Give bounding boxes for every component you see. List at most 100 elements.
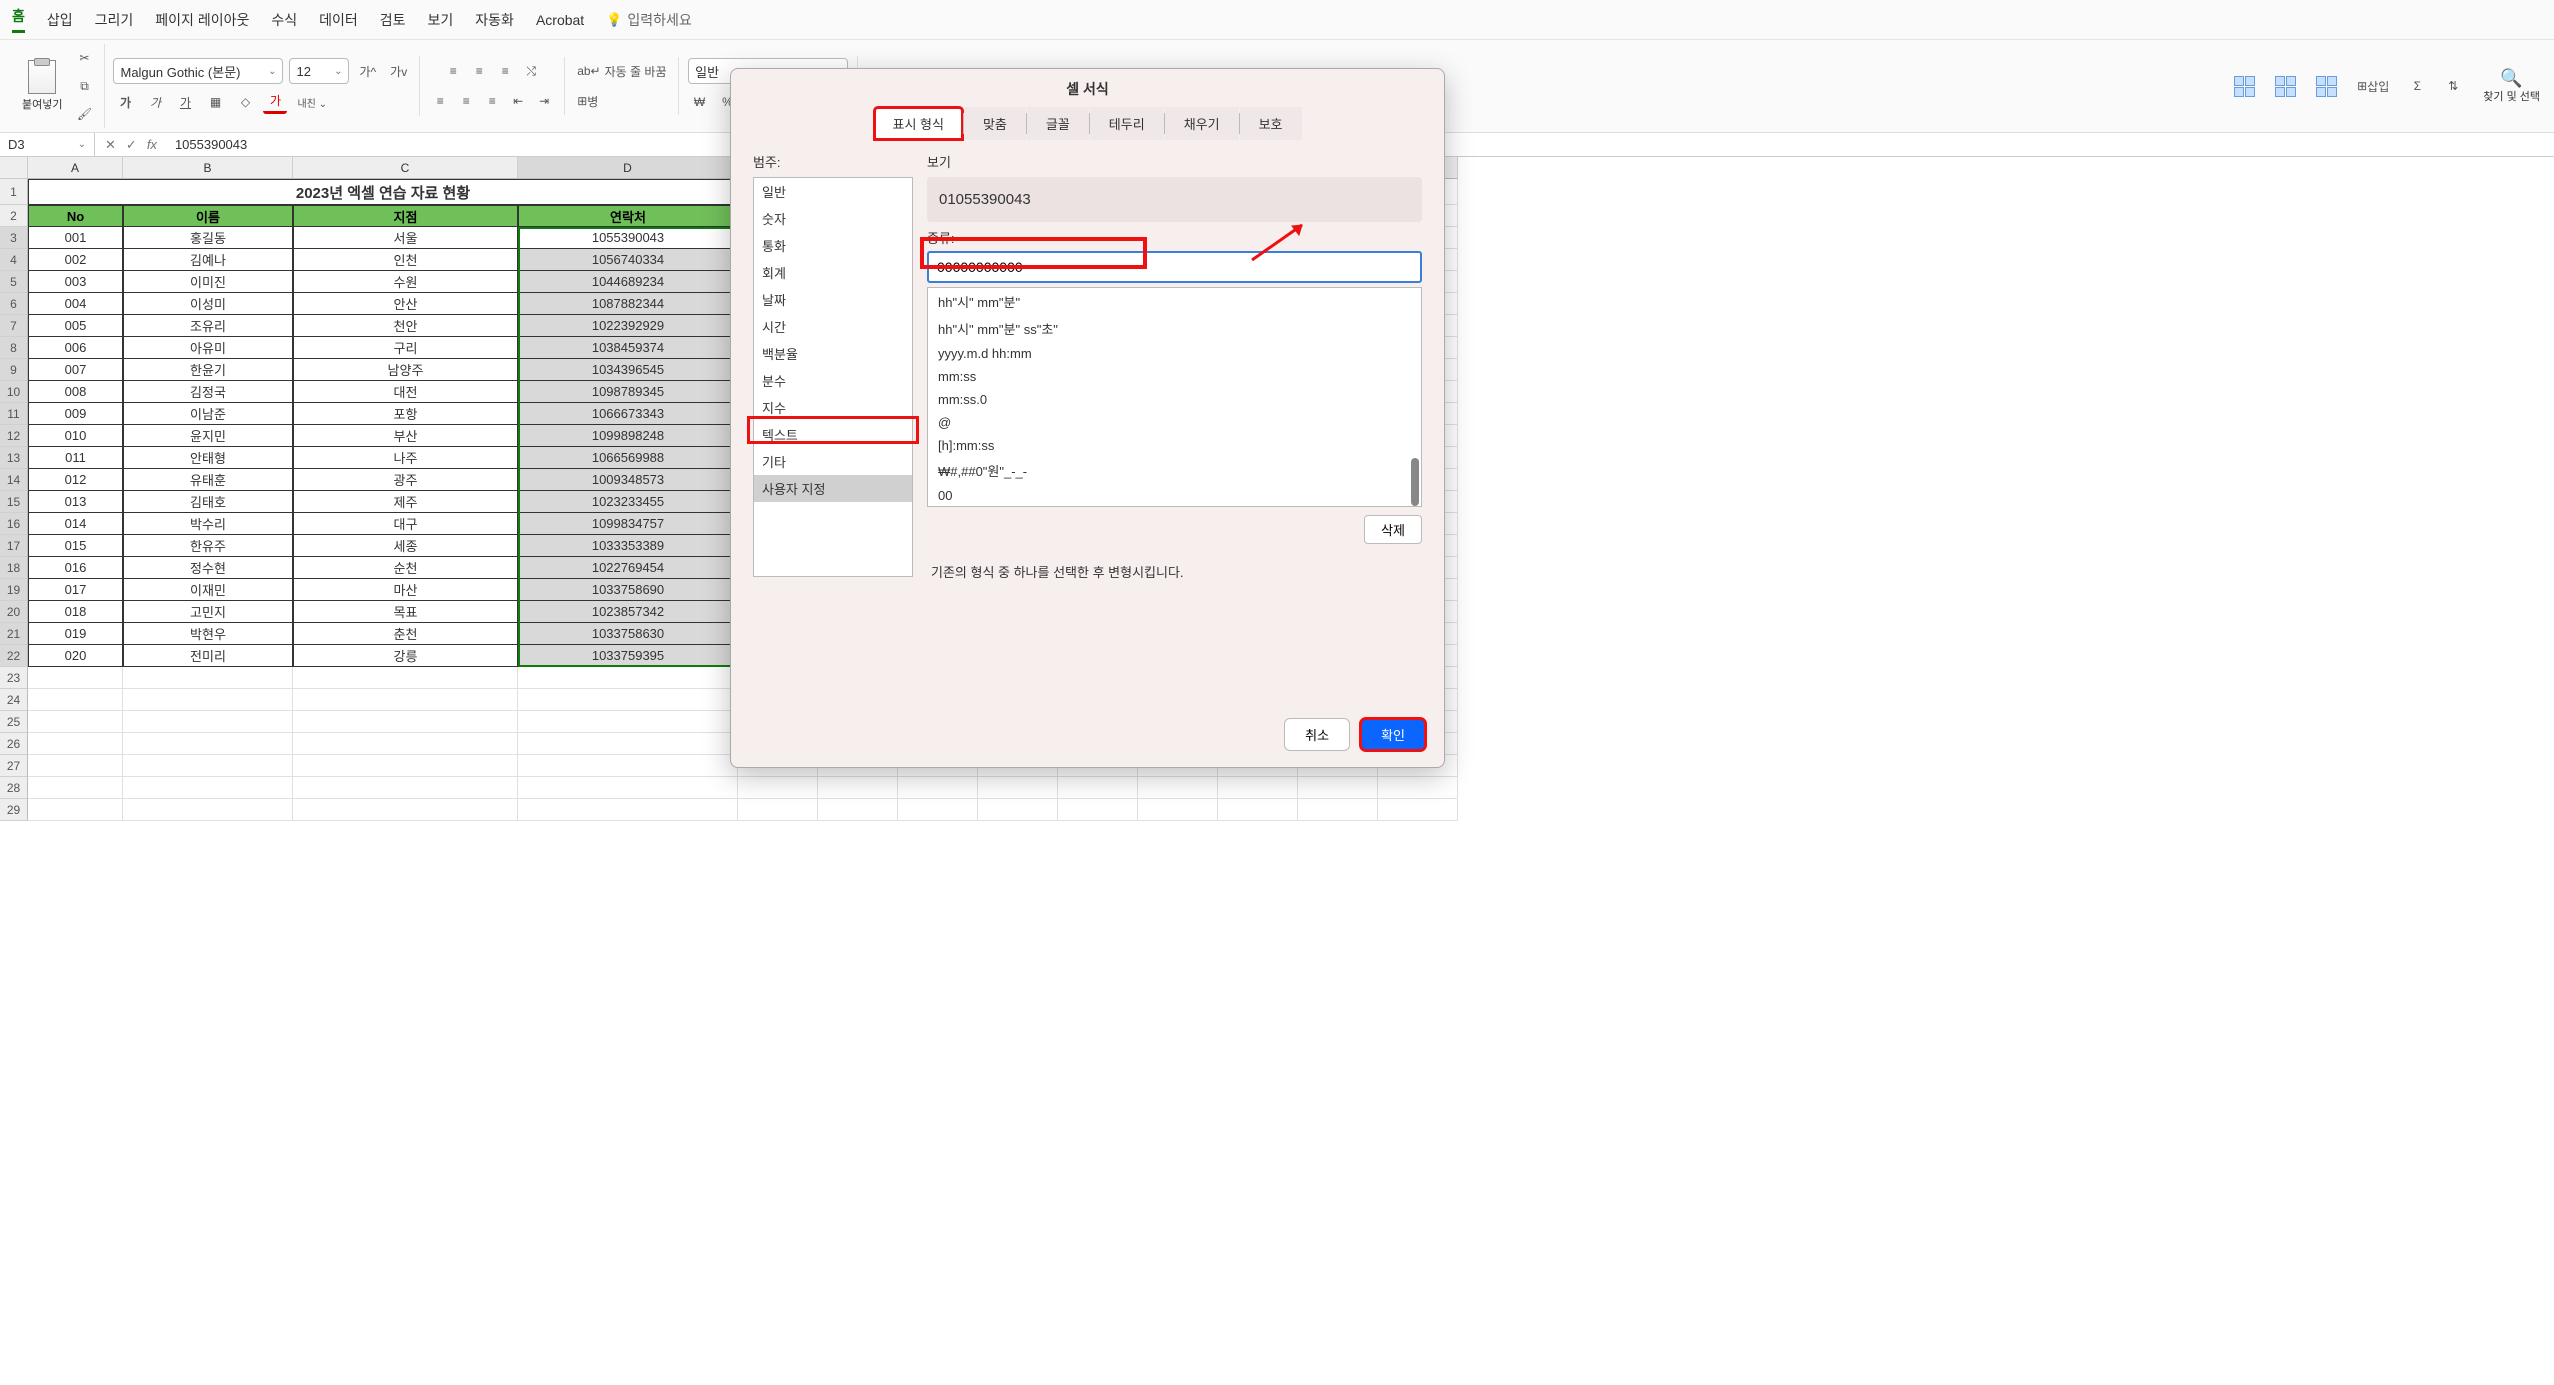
col-header[interactable]: B [123,157,293,179]
row-header[interactable]: 17 [0,535,28,557]
category-item[interactable]: 일반 [754,178,912,205]
cell[interactable] [293,799,518,821]
row-header[interactable]: 29 [0,799,28,821]
cell[interactable]: 목표 [293,601,518,623]
font-size-select[interactable]: 12 ⌄ [289,58,349,84]
category-list[interactable]: 일반숫자통화회계날짜시간백분율분수지수텍스트기타사용자 지정 [753,177,913,577]
cell[interactable]: 강릉 [293,645,518,667]
cell[interactable] [518,755,738,777]
cell[interactable] [518,799,738,821]
cell[interactable]: 2023년 엑셀 연습 자료 현황 [28,179,738,205]
cell[interactable]: 조유리 [123,315,293,337]
category-item[interactable]: 통화 [754,232,912,259]
format-type-item[interactable]: hh"시" mm"분" [928,288,1421,315]
tab-layout[interactable]: 페이지 레이아웃 [155,10,249,30]
cell[interactable] [1378,799,1458,821]
cell[interactable] [293,733,518,755]
cell[interactable]: 1022769454 [518,557,738,579]
indent-increase-button[interactable]: ⇥ [532,89,556,113]
format-code-input[interactable] [927,251,1422,283]
bold-button[interactable]: 가 [113,90,137,114]
row-header[interactable]: 21 [0,623,28,645]
cell[interactable] [28,777,123,799]
cell[interactable]: 1044689234 [518,271,738,293]
cell-styles-button[interactable] [2312,74,2341,98]
cell[interactable]: 001 [28,227,123,249]
cell[interactable] [123,799,293,821]
currency-button[interactable]: ₩ [687,90,711,114]
cell[interactable] [123,667,293,689]
cell[interactable]: 1033353389 [518,535,738,557]
cell[interactable] [518,667,738,689]
cell[interactable]: 천안 [293,315,518,337]
name-box[interactable]: D3 ⌄ [0,133,95,156]
align-top-button[interactable]: ≡ [441,59,465,83]
row-header[interactable]: 3 [0,227,28,249]
cell[interactable]: 이미진 [123,271,293,293]
tab-home[interactable]: 홈 [12,6,25,33]
cell[interactable]: 포항 [293,403,518,425]
cell[interactable]: 006 [28,337,123,359]
cell[interactable]: 인천 [293,249,518,271]
cell[interactable] [123,755,293,777]
cell[interactable]: 018 [28,601,123,623]
tab-font[interactable]: 글꼴 [1027,107,1089,140]
tab-acrobat[interactable]: Acrobat [536,12,584,28]
tab-insert[interactable]: 삽입 [47,10,73,30]
delete-format-button[interactable]: 삭제 [1364,515,1422,544]
table-format-button[interactable] [2271,74,2300,98]
col-header[interactable]: C [293,157,518,179]
underline-button[interactable]: 가 [173,90,197,114]
cell[interactable]: 1033758630 [518,623,738,645]
cell[interactable]: 정수현 [123,557,293,579]
cell[interactable]: 004 [28,293,123,315]
cell[interactable]: 구리 [293,337,518,359]
row-header[interactable]: 28 [0,777,28,799]
align-bottom-button[interactable]: ≡ [493,59,517,83]
cell[interactable]: 1038459374 [518,337,738,359]
cell[interactable] [1218,799,1298,821]
tab-protection[interactable]: 보호 [1240,107,1302,140]
row-header[interactable]: 2 [0,205,28,227]
row-header[interactable]: 12 [0,425,28,447]
tell-me[interactable]: 입력하세요 [606,10,692,30]
row-header[interactable]: 7 [0,315,28,337]
cell[interactable] [818,799,898,821]
cell[interactable] [1298,799,1378,821]
cell[interactable]: 홍길동 [123,227,293,249]
cell[interactable] [1138,799,1218,821]
cell[interactable]: 013 [28,491,123,513]
cell[interactable] [898,799,978,821]
font-color-button[interactable]: 가 [263,90,287,114]
cell[interactable]: 지점 [293,205,518,227]
cell[interactable] [518,711,738,733]
format-type-item[interactable]: [h]:mm:ss [928,434,1421,457]
row-header[interactable]: 23 [0,667,28,689]
paste-button[interactable]: 붙여넣기 [16,56,68,116]
enter-formula-button[interactable]: ✓ [126,137,137,153]
cell[interactable]: 이재민 [123,579,293,601]
row-header[interactable]: 26 [0,733,28,755]
cell[interactable]: 1098789345 [518,381,738,403]
format-type-item[interactable]: @ [928,411,1421,434]
align-middle-button[interactable]: ≡ [467,59,491,83]
row-header[interactable]: 9 [0,359,28,381]
cell[interactable] [738,777,818,799]
cell[interactable]: 003 [28,271,123,293]
format-type-item[interactable]: 00 [928,484,1421,507]
cell[interactable] [28,667,123,689]
cell[interactable]: 007 [28,359,123,381]
cell[interactable]: 1099834757 [518,513,738,535]
cell[interactable]: 1034396545 [518,359,738,381]
cell[interactable]: 연락처 [518,205,738,227]
cell[interactable]: 춘천 [293,623,518,645]
cell[interactable] [123,733,293,755]
cell[interactable] [293,755,518,777]
cell[interactable]: 이름 [123,205,293,227]
row-header[interactable]: 8 [0,337,28,359]
cell[interactable] [898,777,978,799]
cell[interactable] [28,755,123,777]
cell[interactable] [293,689,518,711]
cell[interactable]: 1066569988 [518,447,738,469]
cell[interactable] [518,733,738,755]
